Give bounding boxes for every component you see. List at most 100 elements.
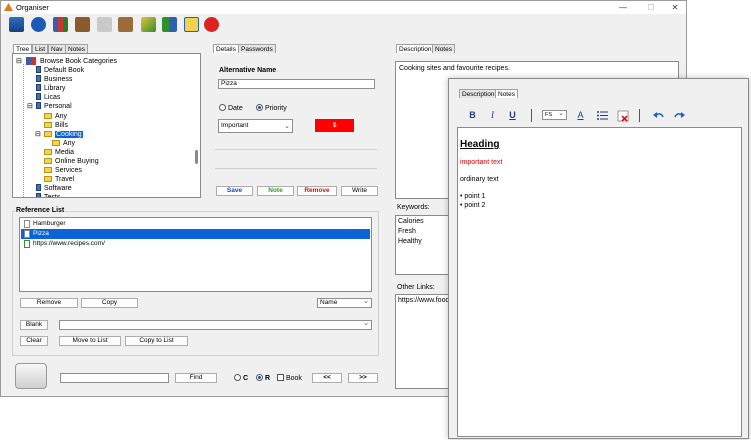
book-icon[interactable] [9,17,24,32]
list-icon[interactable] [596,110,608,121]
tab-details[interactable]: Details [213,44,239,53]
chevron-down-icon: ⌄ [363,298,369,305]
list-item-selected[interactable]: Pizza [21,229,370,239]
tree-item-label: Default Book [44,67,85,74]
radio-c[interactable]: C [234,374,248,382]
bookshelf-icon[interactable] [53,17,68,32]
tree-item[interactable]: Licas [36,93,60,102]
notebook-icon[interactable] [75,17,90,32]
remove-reference-button[interactable]: Remove [20,298,78,308]
font-size-select[interactable]: FS ⌄ [542,110,567,120]
alternative-name-label: Alternative Name [219,67,277,74]
tree-item[interactable]: Any [44,112,67,121]
priority-select[interactable]: Important ⌄ [218,119,293,133]
reference-list[interactable]: Hamburger Pizza https://www.recipes.com/ [19,217,372,292]
color-swatch-button[interactable]: $ [315,119,354,132]
text-color-button[interactable]: A [574,109,587,122]
tab-tree[interactable]: Tree [13,44,33,53]
copy-reference-button[interactable]: Copy [81,298,138,308]
close-button[interactable]: ✕ [668,2,682,13]
sort-select[interactable]: Name ⌄ [317,298,372,308]
tree-item[interactable]: Library [36,84,65,93]
tree-item[interactable]: Cooking [44,130,83,139]
find-input[interactable] [60,373,169,383]
radio-r-circle[interactable] [256,374,263,381]
radio-date-circle[interactable] [219,104,226,111]
radio-c-circle[interactable] [234,374,241,381]
tree-expander[interactable]: ⊟ [16,57,22,65]
paste-icon[interactable] [118,17,133,32]
write-button[interactable]: Write [341,186,378,196]
redo-icon[interactable] [673,111,685,121]
tab-passwords[interactable]: Passwords [238,44,276,53]
tree-item[interactable]: Default Book [36,66,84,75]
next-button[interactable]: >> [348,373,378,383]
chat-icon[interactable] [184,17,199,32]
globe-icon[interactable] [31,17,46,32]
move-to-list-button[interactable]: Move to List [59,336,121,346]
italic-button[interactable]: I [486,109,499,122]
tree-item-label: Personal [44,103,72,111]
tab-nav[interactable]: Nav [48,44,66,53]
tree-item[interactable]: Media [44,148,74,157]
bold-button[interactable]: B [466,109,479,122]
tree-item-label: Bills [55,121,68,129]
tree-item[interactable]: Bills [44,121,68,130]
note-button[interactable]: Note [257,186,294,196]
keywords-list[interactable]: Calories Fresh Healthy [395,215,455,275]
list-item[interactable]: Hamburger [21,219,370,229]
blank-button[interactable]: Blank [20,320,48,330]
tree-expander[interactable]: ⊟ [35,130,41,139]
reference-input[interactable]: ⌄ [59,320,372,330]
tree-item[interactable]: Tests [36,193,61,198]
tab-notes-main[interactable]: Notes [432,44,455,53]
tree-item[interactable]: Services [44,166,82,175]
category-tree[interactable]: ⊟ Browse Book Categories Default Book Bus… [12,53,201,198]
radio-priority-circle[interactable] [256,104,263,111]
tab-notes-notes-window[interactable]: Notes [495,89,518,98]
book-checkbox-box[interactable] [277,374,284,381]
maximize-button[interactable]: ☐ [644,2,658,13]
tree-root-label: Browse Book Categories [40,58,118,65]
folder-icon[interactable] [15,363,47,389]
pie-icon[interactable] [204,17,219,32]
remove-button[interactable]: Remove [297,186,337,196]
tree-item[interactable]: Software [36,184,72,193]
radio-date[interactable]: Date [219,104,243,112]
minimize-button[interactable]: — [616,2,630,13]
tab-list[interactable]: List [32,44,49,53]
folder-icon [44,130,52,137]
radio-priority[interactable]: Priority [256,104,287,112]
clear-format-icon[interactable] [617,110,629,122]
tree-item-label: Any [63,139,76,147]
tree-item[interactable]: Travel [44,175,74,184]
tree-item[interactable]: Business [36,75,72,84]
tab-description[interactable]: Description [396,44,435,53]
image-swap-icon[interactable] [162,17,177,32]
notes-editor[interactable]: Heading important text ordinary text • p… [457,127,742,437]
clear-button[interactable]: Clear [20,336,48,346]
save-button[interactable]: Save [216,186,253,196]
notes-window: Description Notes B I U FS ⌄ A Heading im… [448,78,749,439]
other-links-list[interactable]: https://www.food [395,294,455,389]
list-item[interactable]: https://www.recipes.com/ [21,239,370,249]
tree-scrollbar-thumb[interactable] [195,150,198,164]
tab-notes[interactable]: Notes [65,44,88,53]
chevron-down-icon: ⌄ [363,320,369,327]
radio-r[interactable]: R [256,374,270,382]
alternative-name-input[interactable]: Pizza [218,79,375,89]
tree-item[interactable]: Any [52,139,75,148]
book-checkbox[interactable]: Book [277,374,302,382]
find-button[interactable]: Find [175,373,217,383]
tree-item[interactable]: Personal [36,102,72,111]
tree-item-label: Tests [44,194,61,198]
tab-description-notes-window[interactable]: Description [459,89,498,98]
tree-item[interactable]: Online Buying [44,157,99,166]
undo-icon[interactable] [653,111,665,121]
copy-to-list-button[interactable]: Copy to List [125,336,188,346]
previous-button[interactable]: << [312,373,342,383]
picture-icon[interactable] [141,17,156,32]
tree-expander[interactable]: ⊟ [27,102,33,111]
underline-button[interactable]: U [506,109,519,122]
copy-icon[interactable] [97,17,112,32]
